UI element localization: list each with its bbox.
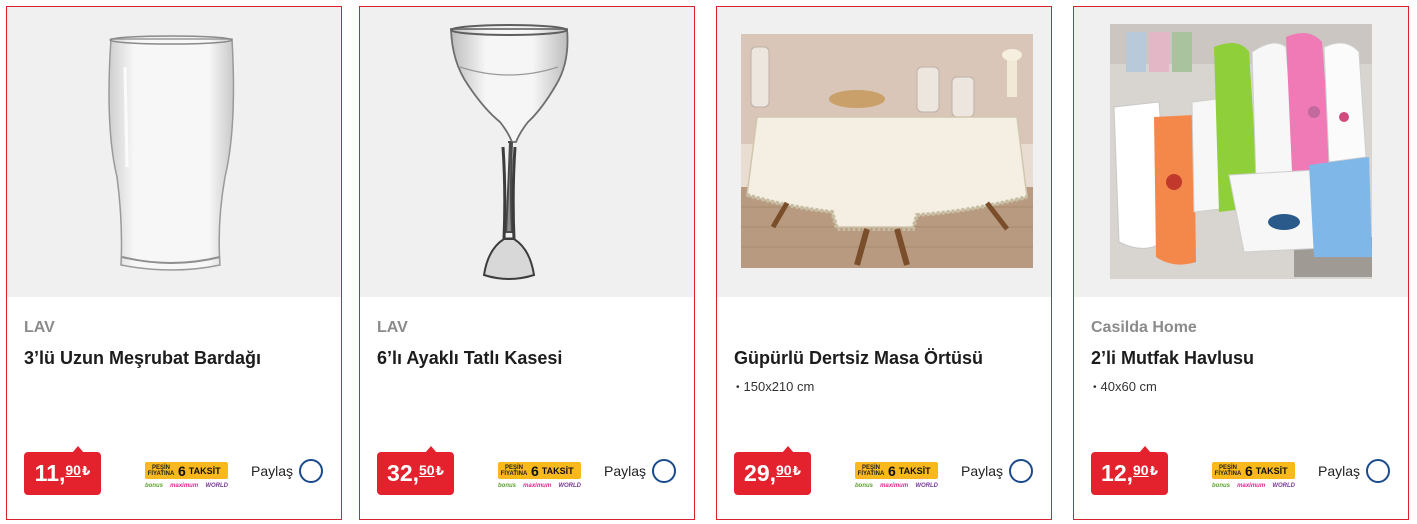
share-label: Paylaş (1318, 463, 1361, 479)
maximum-logo: maximum (523, 482, 552, 489)
installment-word: TAKSİT (188, 465, 221, 476)
maximum-logo: maximum (1237, 482, 1266, 489)
price-tag: 12, 90 ₺ (1091, 446, 1168, 495)
price-integer: 12 (1101, 460, 1127, 486)
share-circle-icon[interactable] (299, 459, 324, 483)
bonus-logo: bonus (855, 482, 873, 489)
product-spec: • 150x210 cm (736, 379, 815, 394)
world-logo: WORLD (1272, 482, 1295, 489)
maximum-logo: maximum (880, 482, 909, 489)
installment-badge: PEŞİN FİYATINA 6 TAKSİT bonus maximum WOR… (145, 462, 228, 492)
installment-fiyatina: FİYATINA (857, 470, 885, 477)
product-card[interactable]: LAV 3’lü Uzun Meşrubat Bardağı 11, 90 ₺ PE… (6, 6, 342, 520)
product-card[interactable]: Casilda Home 2’li Mutfak Havlusu • 40x60 … (1073, 6, 1409, 520)
share-label: Paylaş (604, 463, 647, 479)
bonus-logo: bonus (498, 482, 516, 489)
price-tag: 11, 90 ₺ (24, 446, 101, 495)
world-logo: WORLD (205, 482, 228, 489)
price-decimal: 90 (776, 462, 792, 478)
world-logo: WORLD (558, 482, 581, 489)
product-title[interactable]: 6’lı Ayaklı Tatlı Kasesi (377, 348, 562, 369)
installment-badge: PEŞİN FİYATINA 6 TAKSİT bonus maximum WOR… (855, 462, 938, 492)
installment-badge: PEŞİN FİYATINA 6 TAKSİT bonus maximum WOR… (1212, 462, 1295, 492)
currency-symbol: ₺ (81, 464, 91, 478)
share-label: Paylaş (251, 463, 294, 479)
product-brand: Casilda Home (1091, 319, 1197, 336)
installment-count: 6 (888, 462, 896, 479)
installment-fiyatina: FİYATINA (1214, 470, 1242, 477)
share-button[interactable]: Paylaş (604, 459, 677, 483)
product-spec-text: 40x60 cm (1100, 379, 1157, 394)
product-card[interactable]: Güpürlü Dertsiz Masa Örtüsü • 150x210 cm … (716, 6, 1052, 520)
currency-symbol: ₺ (792, 464, 801, 478)
installment-fiyatina: FİYATINA (147, 470, 175, 477)
currency-symbol: ₺ (435, 464, 444, 478)
bonus-logo: bonus (145, 482, 163, 489)
product-image[interactable] (717, 7, 1051, 297)
price-integer: 11 (34, 460, 59, 486)
price-tag: 32, 50 ₺ (377, 446, 454, 495)
price-decimal: 50 (419, 462, 435, 478)
installment-count: 6 (178, 462, 186, 479)
installment-badge: PEŞİN FİYATINA 6 TAKSİT bonus maximum WOR… (498, 462, 581, 492)
share-button[interactable]: Paylaş (961, 459, 1034, 483)
product-spec-text: 150x210 cm (743, 379, 815, 394)
installment-count: 6 (531, 462, 539, 479)
share-button[interactable]: Paylaş (1318, 459, 1391, 483)
share-circle-icon[interactable] (652, 459, 677, 483)
product-title[interactable]: 2’li Mutfak Havlusu (1091, 348, 1254, 369)
product-brand: LAV (24, 319, 55, 336)
price-integer: 32 (387, 460, 413, 486)
world-logo: WORLD (915, 482, 938, 489)
share-circle-icon[interactable] (1366, 459, 1391, 483)
product-image[interactable] (7, 7, 341, 297)
installment-word: TAKSİT (898, 465, 931, 476)
product-title[interactable]: 3’lü Uzun Meşrubat Bardağı (24, 348, 261, 369)
maximum-logo: maximum (170, 482, 199, 489)
installment-fiyatina: FİYATINA (500, 470, 528, 477)
installment-word: TAKSİT (541, 465, 574, 476)
currency-symbol: ₺ (1149, 464, 1158, 478)
product-image[interactable] (360, 7, 694, 297)
product-image[interactable] (1074, 7, 1408, 297)
product-brand: LAV (377, 319, 408, 336)
product-card[interactable]: LAV 6’lı Ayaklı Tatlı Kasesi 32, 50 ₺ PEŞİ… (359, 6, 695, 520)
installment-word: TAKSİT (1255, 465, 1288, 476)
product-spec: • 40x60 cm (1093, 379, 1157, 394)
share-button[interactable]: Paylaş (251, 459, 324, 483)
bonus-logo: bonus (1212, 482, 1230, 489)
share-circle-icon[interactable] (1009, 459, 1034, 483)
price-decimal: 90 (1133, 462, 1149, 478)
installment-count: 6 (1245, 462, 1253, 479)
product-title[interactable]: Güpürlü Dertsiz Masa Örtüsü (734, 348, 983, 369)
price-tag: 29, 90 ₺ (734, 446, 811, 495)
share-label: Paylaş (961, 463, 1004, 479)
price-integer: 29 (744, 460, 770, 486)
price-decimal: 90 (65, 462, 81, 478)
